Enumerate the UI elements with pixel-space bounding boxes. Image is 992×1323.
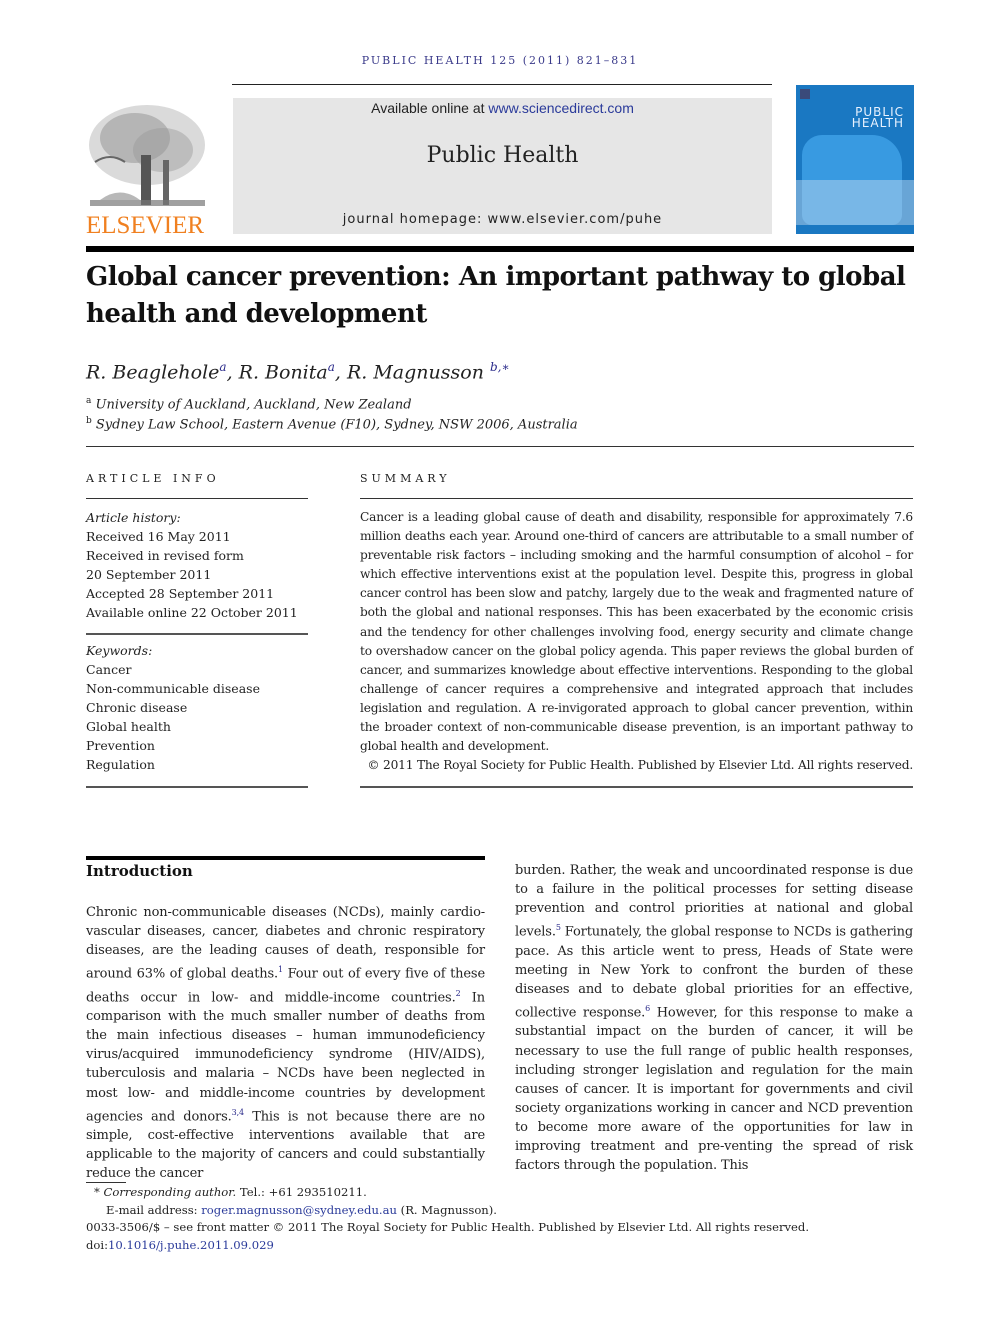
divider <box>86 446 914 447</box>
article-info-heading: ARTICLE INFO <box>86 472 220 485</box>
body-column-right: burden. Rather, the weak and uncoordinat… <box>515 863 913 1174</box>
available-online: Available online at www.sciencedirect.co… <box>233 100 772 116</box>
author-name: R. Magnusson <box>346 361 484 384</box>
keyword: Prevention <box>86 738 155 753</box>
author-affiliation-mark[interactable]: a <box>219 360 226 374</box>
header-rule <box>232 84 772 85</box>
running-head: PUBLIC HEALTH 125 (2011) 821–831 <box>361 54 639 67</box>
author-affiliation-mark[interactable]: a <box>328 360 335 374</box>
email-note: E-mail address: roger.magnusson@sydney.e… <box>106 1202 497 1217</box>
sciencedirect-link[interactable]: www.sciencedirect.com <box>488 100 634 116</box>
keyword: Chronic disease <box>86 700 188 715</box>
doi: doi:10.1016/j.puhe.2011.09.029 <box>86 1237 274 1252</box>
keyword: Global health <box>86 719 171 734</box>
author-name: R. Bonita <box>238 361 328 384</box>
citation-link[interactable]: 3,4 <box>232 1108 244 1117</box>
keyword: Regulation <box>86 757 155 772</box>
article-title: Global cancer prevention: An important p… <box>86 262 906 329</box>
affiliation: b Sydney Law School, Eastern Avenue (F10… <box>86 416 578 433</box>
elsevier-wordmark: ELSEVIER <box>86 212 205 239</box>
keyword: Cancer <box>86 662 132 677</box>
history-item: Received in revised form <box>86 548 244 563</box>
email-link[interactable]: roger.magnusson@sydney.edu.au <box>201 1203 397 1217</box>
divider <box>86 786 308 788</box>
author-list: R. Beagleholea, R. Bonitaa, R. Magnusson… <box>86 360 510 384</box>
history-item: Available online 22 October 2011 <box>86 605 298 620</box>
summary-copyright: © 2011 The Royal Society for Public Heal… <box>367 758 913 773</box>
summary-text: Cancer is a leading global cause of deat… <box>360 508 913 775</box>
title-rule <box>86 246 914 252</box>
body-column-left: Chronic non-communicable diseases (NCDs)… <box>86 905 485 1182</box>
affiliation: a University of Auckland, Auckland, New … <box>86 396 412 413</box>
author-affiliation-mark[interactable]: b,∗ <box>490 360 510 374</box>
journal-name: Public Health <box>426 143 579 168</box>
history-item: 20 September 2011 <box>86 567 212 582</box>
history-item: Received 16 May 2011 <box>86 529 231 544</box>
introduction-heading: Introduction <box>86 862 193 880</box>
author-name: R. Beaglehole <box>86 361 220 384</box>
keyword: Non-communicable disease <box>86 681 260 696</box>
available-online-label: Available online at <box>371 100 489 116</box>
corresponding-author-note: * Corresponding author. Tel.: +61 293510… <box>94 1185 367 1199</box>
divider <box>86 498 308 499</box>
elsevier-mini-logo-icon <box>800 89 810 99</box>
summary-heading: SUMMARY <box>360 472 451 485</box>
doi-link[interactable]: 10.1016/j.puhe.2011.09.029 <box>108 1238 274 1252</box>
divider <box>360 786 913 788</box>
history-item: Accepted 28 September 2011 <box>86 586 275 601</box>
footnote-rule <box>86 1182 126 1183</box>
article-history: Article history: Received 16 May 2011 Re… <box>86 508 308 622</box>
section-rule <box>86 856 485 860</box>
journal-homepage[interactable]: journal homepage: www.elsevier.com/puhe <box>233 212 772 227</box>
journal-cover-image: PUBLIC HEALTH <box>796 85 914 234</box>
divider <box>360 498 913 499</box>
front-matter: 0033-3506/$ – see front matter © 2011 Th… <box>86 1220 810 1234</box>
cover-title: PUBLIC HEALTH <box>851 105 904 130</box>
divider <box>86 633 308 635</box>
keywords: Keywords: Cancer Non-communicable diseas… <box>86 641 308 774</box>
footnotes: * Corresponding author. Tel.: +61 293510… <box>86 1184 916 1254</box>
